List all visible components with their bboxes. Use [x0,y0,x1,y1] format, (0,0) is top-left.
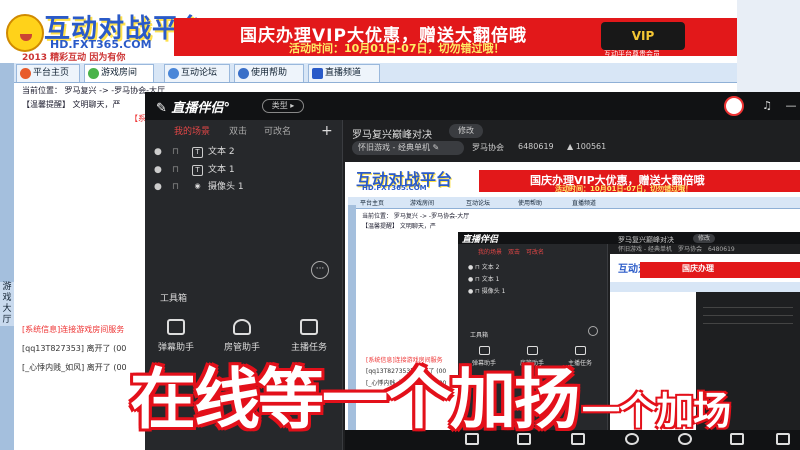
source-label: 文本 2 [208,147,235,157]
tab-double-click[interactable]: 双击 [229,124,247,137]
task-icon [300,319,318,335]
preview-breadcrumb: 当前位置： 罗马复兴 -> -罗马协会-大厅 [362,213,470,220]
home-icon [20,68,31,79]
preview-app-row: ● ⊓ 文本 1 [468,276,500,283]
forum-icon [168,68,179,79]
game-lobby-label[interactable]: 游戏大厅 [0,282,14,326]
preview-banner-sub: 活动时间：10月01日-07日，切勿错过哦！ [555,185,693,193]
preview-nav-item: 直播频道 [572,200,597,207]
preview-nav-item: 游戏房间 [410,200,435,207]
game-icon [88,68,99,79]
minimize-icon[interactable]: — [784,99,798,113]
chat-line: [qq13T827353] 离开了 (00 [22,344,127,353]
tab-my-scenes[interactable]: 我的场景 [174,124,210,137]
room-admin-button[interactable]: 房管助手 [217,319,267,353]
vip-caption: 互动平台尊贵会员 [604,50,660,58]
vip-badge-icon: VIP [601,22,685,50]
preview-stream-sub: 怀旧游戏 - 经典单机 罗马协会 6480619 [618,246,735,253]
edit-title-button[interactable]: 修改 [449,124,483,138]
preview-inner-banner-title: 国庆办理 [682,264,714,273]
speaker-icon[interactable] [730,433,744,445]
text-source-icon: T [192,147,203,158]
live-icon [312,68,323,79]
lock-icon[interactable]: ⊓ [172,144,182,161]
preview-app-row: ● ⊓ 文本 2 [468,264,500,271]
preview-nav-item: 使用帮助 [518,200,543,207]
preview-nav: 平台主页 游戏房间 互动论坛 使用帮助 直播频道 [348,197,800,209]
danmu-helper-button[interactable]: 弹幕助手 [151,319,201,353]
site-left-rail [0,63,14,450]
camera-source-icon: ◉ [194,182,201,190]
eye-icon[interactable]: ● [154,179,164,196]
help-icon [238,68,249,79]
source-label: 摄像头 1 [208,182,244,192]
danmu-icon [167,319,185,335]
source-row[interactable]: ● ⊓ ◉ 摄像头 1 [150,179,340,196]
preview-nav-item: 互动论坛 [466,200,491,207]
lock-icon[interactable]: ⊓ [172,179,182,196]
source-label: 文本 1 [208,165,235,175]
settings-icon[interactable] [776,433,790,445]
eye-icon[interactable]: ● [154,162,164,179]
promo-banner-subtitle: 活动时间：10月01日-07日，切勿错过哦！ [289,42,505,55]
site-navbar: 平台主页 游戏房间 互动论坛 使用帮助 直播频道 [14,63,737,83]
breadcrumb: 当前位置： 罗马复兴 -> -罗马协会-大厅 [22,86,165,95]
tab-rename[interactable]: 可改名 [264,124,291,137]
headset-icon[interactable]: ♫ [760,99,774,113]
app-titlebar [145,92,800,120]
video-subtitle: 在线等一个加扬 [130,361,580,438]
source-row[interactable]: ● ⊓ T 文本 2 [150,144,340,161]
app-logo: ✎ 直播伴侣° [156,101,230,116]
tab-help[interactable]: 使用帮助 [234,64,304,82]
stream-title: 罗马复兴巅峰对决 [352,130,432,141]
tab-home[interactable]: 平台主页 [16,64,80,82]
lock-icon[interactable]: ⊓ [172,162,182,179]
add-source-button[interactable]: + [321,123,333,139]
toolbox-label: 工具箱 [160,294,188,304]
room-name: 罗马协会 [472,143,504,152]
text-source-icon: T [192,165,203,176]
preview-inner-banner [640,262,800,278]
tab-live[interactable]: 直播频道 [308,64,380,82]
type-button[interactable]: 类型 ▸ [262,99,304,113]
smiley-logo-icon [6,14,44,52]
preview-inner-lines [703,300,793,324]
preview-nav-item: 平台主页 [360,200,385,207]
preview-url: HD.FXT365.COM [362,184,427,192]
host-task-button[interactable]: 主播任务 [284,319,334,353]
scene-tabs: 我的场景 双击 可改名 [145,124,343,142]
source-row[interactable]: ● ⊓ T 文本 1 [150,162,340,179]
preview-notice: 【温馨提醒】 文明聊天，严 [362,223,436,230]
preview-edit: 修改 [693,234,715,243]
room-id: 6480619 [518,142,554,151]
tab-forum[interactable]: 互动论坛 [164,64,230,82]
chat-line: [系统信息]连接游戏房间服务 [22,325,125,334]
eye-icon[interactable]: ● [154,144,164,161]
site-right-margin [737,0,800,95]
preview-app-toolbox: 工具箱 [470,332,489,339]
preview-app-tabs: 我的场景 双击 可改名 [478,249,545,256]
video-subtitle-echo: 一个加场 [582,389,731,433]
avatar[interactable] [724,96,744,116]
more-icon[interactable]: ··· [311,261,329,279]
fan-count: ▲ 100561 [567,142,607,151]
preview-inner-nav [610,282,800,292]
preview-more-icon [588,326,598,336]
admin-icon [233,319,251,335]
category-selector[interactable]: 怀旧游戏 - 经典单机 ✎ [352,141,464,155]
preview-app-row: ● ⊓ 摄像头 1 [468,288,506,295]
site-slogan: 2013 精彩互动 因为有你 [22,53,126,63]
notice-text: 【温馨提醒】 文明聊天，严 [22,100,121,109]
tab-game-room[interactable]: 游戏房间 [84,64,154,82]
